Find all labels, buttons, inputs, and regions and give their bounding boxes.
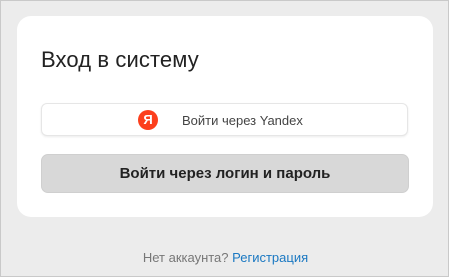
- password-login-button[interactable]: Войти через логин и пароль: [41, 154, 409, 193]
- password-login-label: Войти через логин и пароль: [119, 165, 331, 182]
- yandex-logo-icon: Я: [138, 110, 158, 130]
- register-link[interactable]: Регистрация: [232, 250, 308, 265]
- login-card: Вход в систему Я Войти через Yandex Войт…: [17, 16, 433, 217]
- yandex-login-label: Войти через Yandex: [182, 113, 303, 128]
- page-title: Вход в систему: [41, 47, 199, 72]
- no-account-text: Нет аккаунта?: [142, 250, 233, 265]
- signup-prompt: Нет аккаунта? Регистрация: [1, 249, 449, 266]
- yandex-login-button[interactable]: Я Войти через Yandex: [41, 103, 408, 136]
- page-frame: Вход в систему Я Войти через Yandex Войт…: [0, 0, 449, 277]
